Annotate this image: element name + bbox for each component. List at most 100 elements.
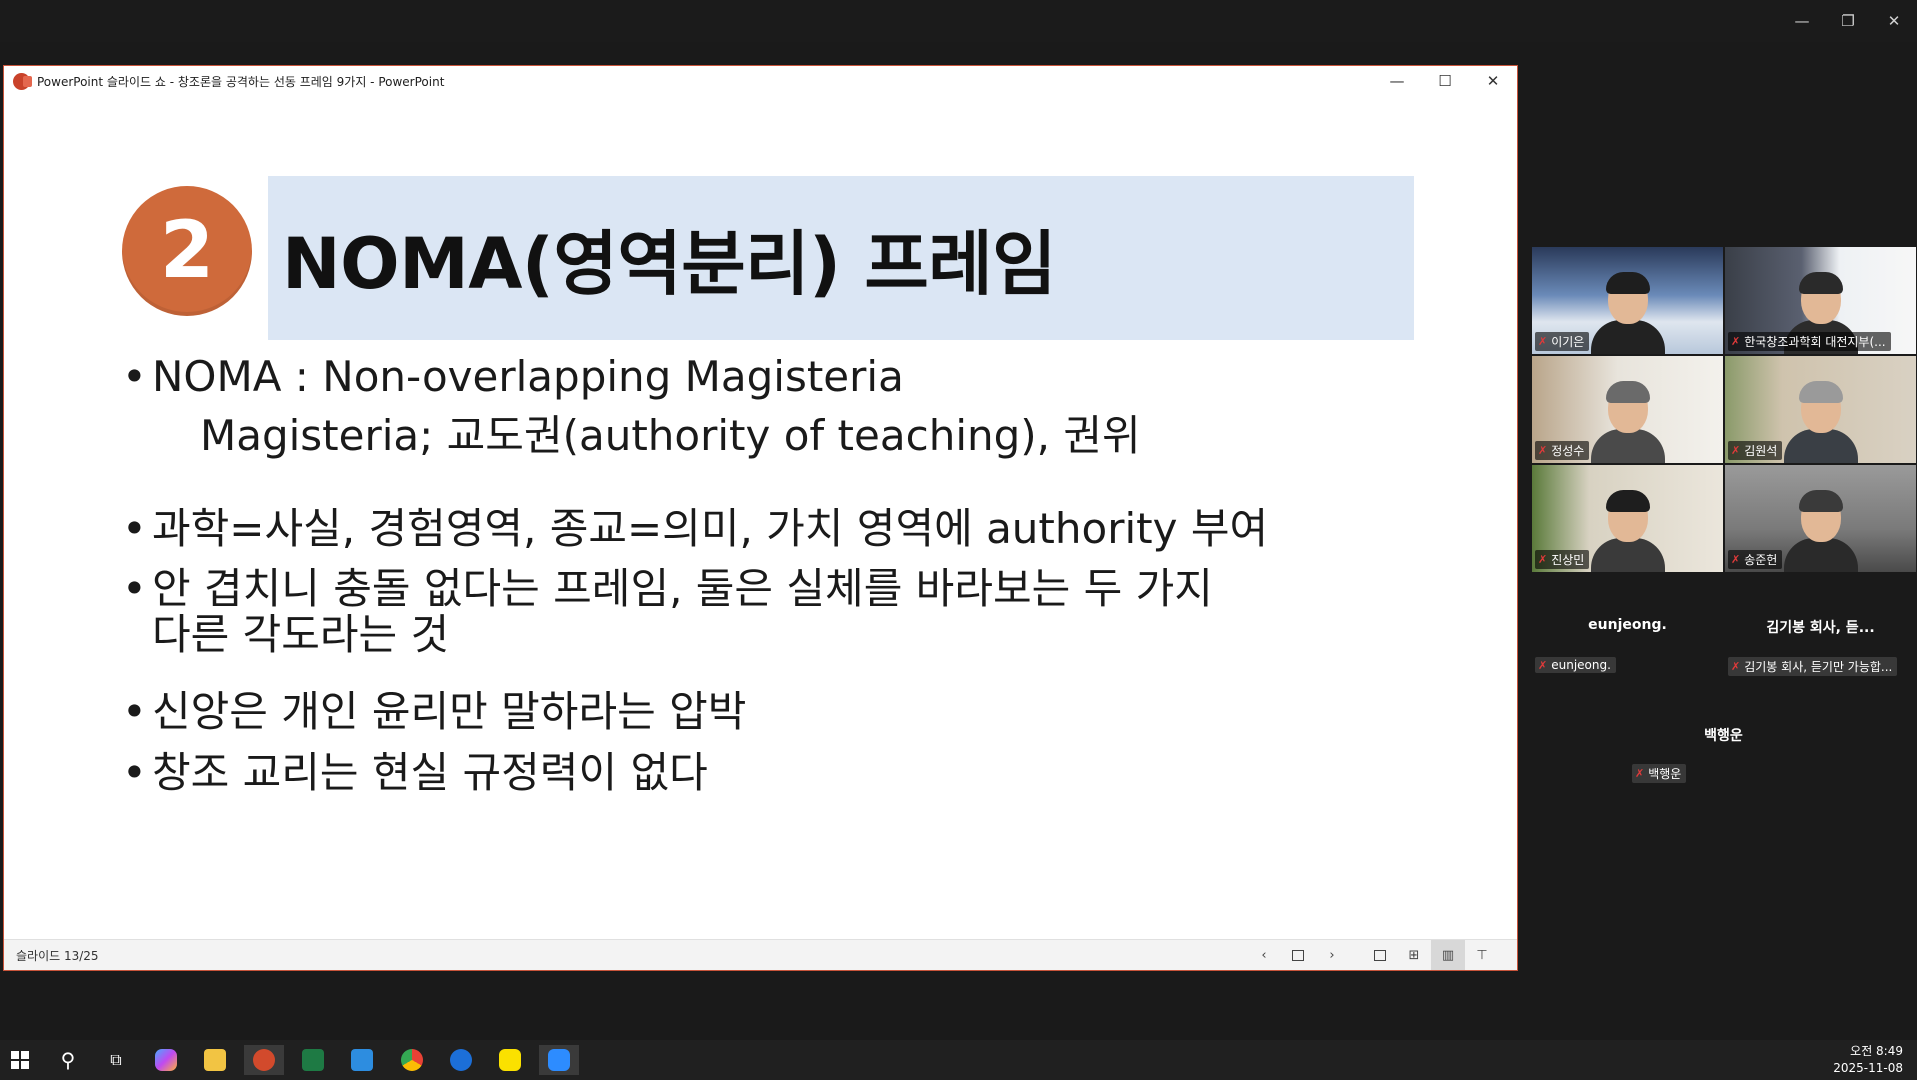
ppt-close-button[interactable]: ✕: [1469, 66, 1517, 96]
participant-nametag: ✗ eunjeong.: [1535, 657, 1616, 673]
powerpoint-icon: [253, 1049, 275, 1071]
zoom-close-button[interactable]: ✕: [1871, 0, 1917, 42]
kakaotalk-icon: [499, 1049, 521, 1071]
powerpoint-window-title: PowerPoint 슬라이드 쇼 - 창조론을 공격하는 선동 프레임 9가지…: [37, 74, 445, 89]
slideshow-view-button[interactable]: ⊤: [1465, 940, 1499, 970]
participant-video: [1590, 381, 1665, 463]
reading-view-button[interactable]: ▥: [1431, 940, 1465, 970]
participant-nametag: ✗ 정성수: [1535, 441, 1590, 460]
bullet-item: • 신앙은 개인 윤리만 말하라는 압박: [122, 689, 746, 735]
mic-muted-icon: ✗: [1635, 767, 1645, 780]
folder-icon: [204, 1049, 226, 1071]
participant-video: [1783, 490, 1858, 572]
powerpoint-window: PowerPoint 슬라이드 쇼 - 창조론을 공격하는 선동 프레임 9가지…: [3, 65, 1518, 971]
bullet-dot: •: [122, 564, 147, 613]
app-icon: [450, 1049, 472, 1071]
participants-gallery: ✗ 이기은 ✗ 한국창조과학회 대전지부(... ✗ 정성수 ✗ 김원석 ✗ 진상민 ✗ 송…: [1532, 247, 1917, 783]
clock-date: 2025-11-08: [1833, 1061, 1903, 1075]
close-icon: ✕: [1486, 72, 1500, 90]
bullet-item: • NOMA : Non-overlapping Magisteria: [122, 354, 904, 400]
participant-tile[interactable]: ✗ 진상민: [1532, 465, 1723, 572]
hwp-icon: [351, 1049, 373, 1071]
participant-tile[interactable]: ✗ 송준헌: [1725, 465, 1916, 572]
chevron-right-icon: ›: [1329, 947, 1335, 963]
bullet-text: 창조 교리는 현실 규정력이 없다: [152, 748, 708, 797]
mic-muted-icon: ✗: [1731, 444, 1741, 457]
normal-view-button[interactable]: [1363, 940, 1397, 970]
slide-number-badge: 2: [122, 186, 252, 316]
mic-muted-icon: ✗: [1538, 444, 1548, 457]
copilot-taskbar-button[interactable]: [146, 1045, 186, 1075]
powerpoint-logo-icon: [13, 72, 32, 90]
participant-name-tile[interactable]: 김기봉 회사, 듣...: [1725, 617, 1916, 637]
participant-tile[interactable]: ✗ 한국창조과학회 대전지부(...: [1725, 247, 1916, 354]
powerpoint-taskbar-button[interactable]: [244, 1045, 284, 1075]
grid-icon: ⊞: [1408, 947, 1420, 963]
excel-icon: [302, 1049, 324, 1071]
maximize-icon: ☐: [1438, 72, 1452, 90]
slide-menu-icon: [1292, 949, 1304, 961]
minimize-icon: —: [1389, 72, 1405, 90]
slide-menu-button[interactable]: [1281, 940, 1315, 970]
excel-taskbar-button[interactable]: [293, 1045, 333, 1075]
zoom-icon: [548, 1049, 570, 1071]
participant-nametag: ✗ 이기은: [1535, 332, 1590, 351]
windows-taskbar: ⚲ ⧉ 오전 8:49 2025-11-08: [0, 1040, 1917, 1080]
mic-muted-icon: ✗: [1538, 335, 1548, 348]
slide-canvas[interactable]: 2 NOMA(영역분리) 프레임 • NOMA : Non-overlapping…: [4, 96, 1517, 942]
bullet-text: 과학=사실, 경험영역, 종교=의미, 가치 영역에 authority 부여: [152, 504, 1269, 553]
bullet-text: NOMA : Non-overlapping Magisteria: [152, 352, 904, 401]
file-explorer-taskbar-button[interactable]: [195, 1045, 235, 1075]
participant-video: [1590, 490, 1665, 572]
powerpoint-window-controls: — ☐ ✕: [1373, 66, 1517, 96]
slide-title: NOMA(영역분리) 프레임: [282, 223, 1057, 305]
participant-tile-active-speaker[interactable]: ✗ 정성수: [1532, 356, 1723, 463]
participant-video: [1590, 272, 1665, 354]
participant-nametag: ✗ 백행운: [1632, 764, 1687, 783]
participant-name-tile[interactable]: 백행운: [1628, 725, 1819, 745]
participant-tile[interactable]: ✗ 이기은: [1532, 247, 1723, 354]
ppt-maximize-button[interactable]: ☐: [1421, 66, 1469, 96]
powerpoint-titlebar: PowerPoint 슬라이드 쇼 - 창조론을 공격하는 선동 프레임 9가지…: [4, 66, 1517, 96]
pin-app-taskbar-button[interactable]: [441, 1045, 481, 1075]
task-view-icon: ⧉: [110, 1050, 122, 1069]
mic-muted-icon: ✗: [1731, 660, 1741, 673]
slide-sorter-button[interactable]: ⊞: [1397, 940, 1431, 970]
mic-muted-icon: ✗: [1731, 335, 1741, 348]
bullet-sub-line: Magisteria; 교도권(authority of teaching), …: [200, 411, 1141, 460]
slide-title-box: NOMA(영역분리) 프레임: [268, 176, 1414, 340]
participant-nametag: ✗ 한국창조과학회 대전지부(...: [1728, 332, 1891, 351]
chrome-taskbar-button[interactable]: [392, 1045, 432, 1075]
next-slide-button[interactable]: ›: [1315, 940, 1349, 970]
system-clock[interactable]: 오전 8:49 2025-11-08: [1833, 1043, 1903, 1077]
mic-muted-icon: ✗: [1538, 553, 1548, 566]
kakaotalk-taskbar-button[interactable]: [490, 1045, 530, 1075]
participant-tile[interactable]: ✗ 김원석: [1725, 356, 1916, 463]
bullet-text: 안 겹치니 충돌 없다는 프레임, 둘은 실체를 바라보는 두 가지: [152, 564, 1213, 613]
participant-nametag: ✗ 김기봉 회사, 듣기만 가능합...: [1728, 657, 1898, 676]
slideshow-status-bar: 슬라이드 13/25 ‹ › ⊞ ▥ ⊤: [4, 939, 1517, 970]
task-view-button[interactable]: ⧉: [96, 1045, 136, 1075]
ppt-minimize-button[interactable]: —: [1373, 66, 1421, 96]
bullet-dot: •: [122, 504, 147, 553]
participant-nametag: ✗ 송준헌: [1728, 550, 1783, 569]
search-button[interactable]: ⚲: [48, 1045, 88, 1075]
bullet-dot: •: [122, 748, 147, 797]
zoom-minimize-button[interactable]: —: [1779, 0, 1825, 42]
clock-time: 오전 8:49: [1850, 1044, 1903, 1058]
bullet-item: • 창조 교리는 현실 규정력이 없다: [122, 750, 708, 796]
mic-muted-icon: ✗: [1538, 658, 1548, 672]
start-button[interactable]: [0, 1045, 40, 1075]
slideshow-controls: ‹ › ⊞ ▥ ⊤: [1247, 940, 1499, 970]
participant-name-tile[interactable]: eunjeong.: [1532, 617, 1723, 633]
copilot-icon: [155, 1049, 177, 1071]
bullet-dot: •: [122, 687, 147, 736]
hangul-taskbar-button[interactable]: [342, 1045, 382, 1075]
slide-counter: 슬라이드 13/25: [16, 948, 99, 963]
previous-slide-button[interactable]: ‹: [1247, 940, 1281, 970]
zoom-taskbar-button[interactable]: [539, 1045, 579, 1075]
minimize-icon: —: [1794, 12, 1810, 30]
projector-icon: ⊤: [1476, 947, 1488, 963]
zoom-restore-button[interactable]: ❐: [1825, 0, 1871, 42]
bullet-dot: •: [122, 352, 147, 401]
